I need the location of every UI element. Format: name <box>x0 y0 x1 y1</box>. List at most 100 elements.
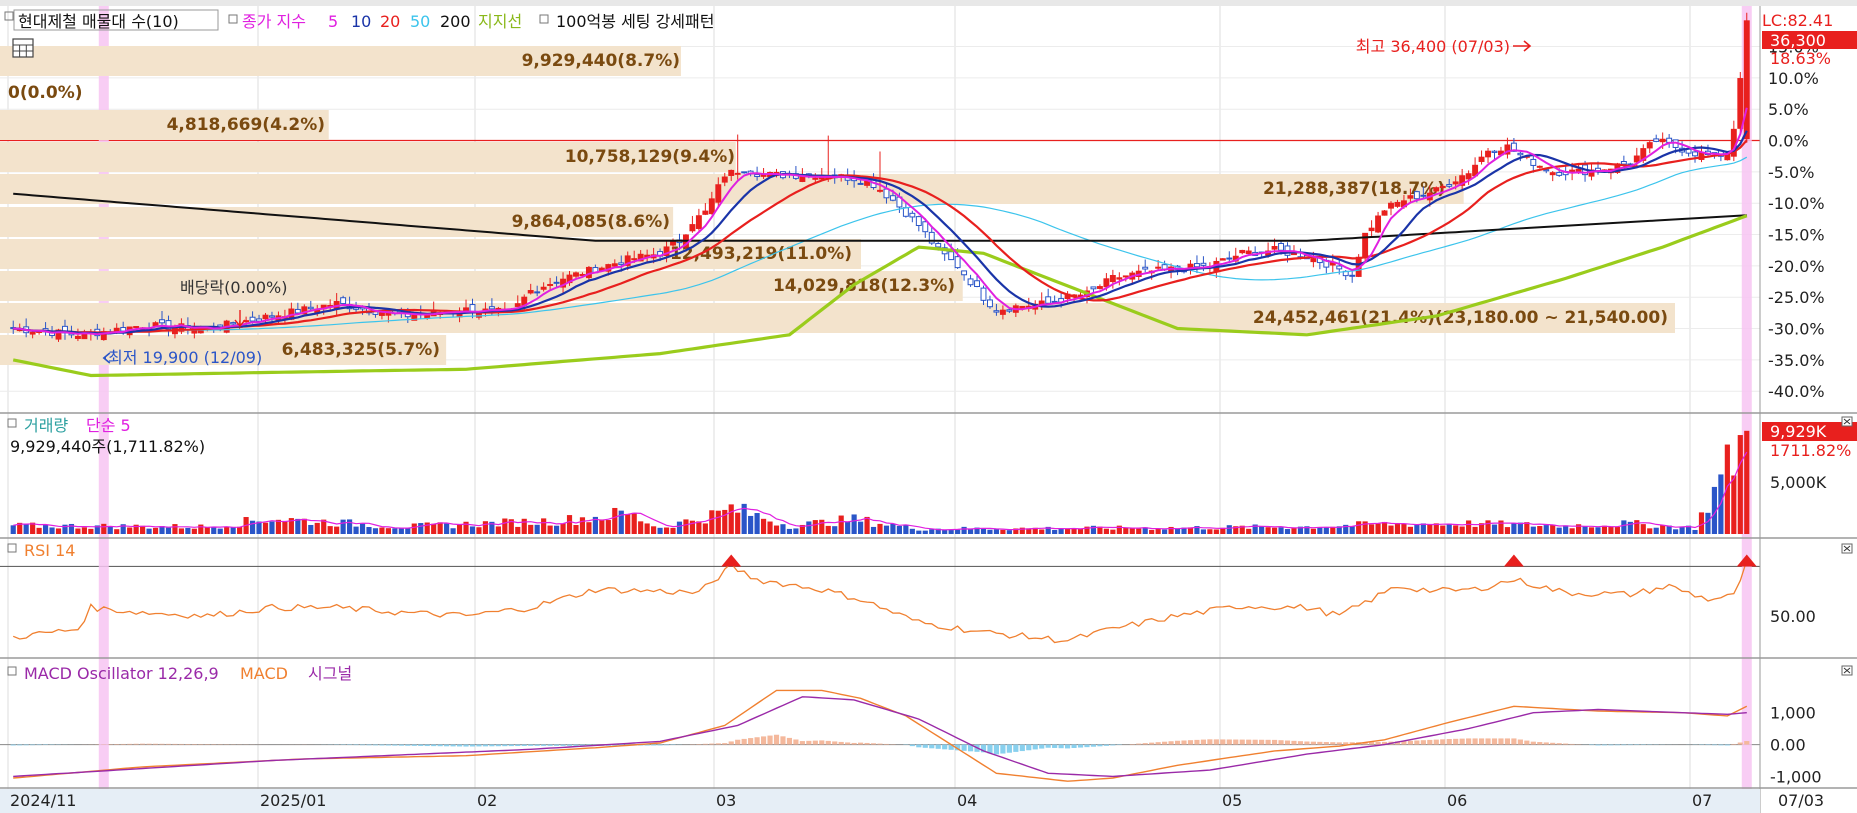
volume-bar <box>1291 528 1297 534</box>
volume-bar <box>735 512 741 534</box>
macd-oscillator-bar <box>702 743 708 745</box>
macd-oscillator-bar <box>1246 739 1252 745</box>
candle-body <box>1633 155 1640 163</box>
candle-body <box>463 307 469 312</box>
candle-body <box>294 308 301 314</box>
volume-bar <box>1394 522 1401 534</box>
macd-oscillator-bar <box>1731 743 1737 745</box>
macd-oscillator-bar <box>735 739 741 745</box>
candle-body <box>1439 185 1446 189</box>
volume-bar <box>172 524 178 534</box>
volume-title[interactable]: 거래량 <box>24 416 68 435</box>
macd-oscillator-bar <box>1524 740 1530 745</box>
candle-body <box>902 207 909 217</box>
macd-oscillator-bar <box>819 740 825 745</box>
macd-title[interactable]: MACD Oscillator 12,26,9 <box>24 664 219 683</box>
candle-body <box>553 281 560 284</box>
volume-close-icon[interactable] <box>1841 416 1853 427</box>
volume-bar <box>832 526 838 534</box>
rsi-title[interactable]: RSI 14 <box>24 541 75 560</box>
x-axis-label: 06 <box>1447 791 1467 810</box>
macd-oscillator-bar <box>1071 744 1077 748</box>
volume-bar <box>1375 523 1381 534</box>
macd-oscillator-bar <box>450 744 456 747</box>
candle-body <box>889 195 896 201</box>
macd-oscillator-bar <box>1110 744 1116 746</box>
volume-bar <box>819 519 825 534</box>
volume-bar <box>1278 527 1284 534</box>
volume-bar <box>42 524 49 534</box>
macd-oscillator-bar <box>1459 738 1465 745</box>
volume-bar <box>1427 524 1433 534</box>
macd-oscillator-bar <box>709 743 715 745</box>
macd-oscillator-bar <box>1601 744 1608 746</box>
macd-oscillator-bar <box>1608 744 1614 746</box>
macd-oscillator-bar <box>1440 739 1446 745</box>
macd-oscillator-bar <box>1718 744 1724 746</box>
candle-body <box>689 224 696 232</box>
volume-bar <box>586 522 592 534</box>
volume-bar <box>955 529 961 534</box>
stock-label[interactable]: 현대제철 매물대 수(10) <box>18 12 179 31</box>
support-label[interactable]: 지지선 <box>478 12 522 31</box>
ma-period-5: 5 <box>328 12 338 31</box>
volume-bar <box>431 523 437 534</box>
volume-bar <box>1149 529 1155 534</box>
volume-bar <box>450 528 456 534</box>
macd-oscillator-bar <box>178 743 184 745</box>
volume-bar <box>515 526 521 534</box>
candle-body <box>618 262 625 266</box>
candle-body <box>1109 274 1116 283</box>
volume-bar <box>851 514 857 534</box>
volume-bar <box>1530 526 1536 534</box>
volume-bar <box>1401 523 1407 534</box>
volume-bar <box>1692 529 1698 534</box>
macd-oscillator-bar <box>482 744 489 747</box>
volume-profile-label: 9,929,440(8.7%) <box>522 51 680 71</box>
volume-bar <box>411 523 417 534</box>
macd-close-icon[interactable] <box>1841 665 1853 676</box>
macd-oscillator-bar <box>1233 739 1239 745</box>
volume-bar <box>295 518 301 534</box>
macd-oscillator-bar <box>1705 744 1711 746</box>
macd-oscillator-bar <box>663 744 670 746</box>
macd-oscillator-bar <box>437 744 443 747</box>
candle-body <box>1381 210 1388 216</box>
macd-oscillator-bar <box>786 737 793 745</box>
volume-bar <box>1705 512 1711 534</box>
macd-oscillator-bar <box>1504 738 1511 745</box>
macd-oscillator-bar <box>799 741 805 745</box>
macd-oscillator-bar <box>942 744 948 750</box>
price-y-tick: -15.0% <box>1768 226 1825 245</box>
macd-oscillator-bar <box>1485 738 1491 745</box>
pattern-label[interactable]: 100억봉 세팅 강세패턴 <box>556 12 714 31</box>
macd-oscillator-bar <box>1453 738 1459 745</box>
macd-oscillator-bar <box>1627 744 1633 746</box>
candle-body <box>702 210 709 215</box>
volume-bar <box>1511 523 1517 534</box>
macd-oscillator-bar <box>456 744 463 747</box>
candle-body <box>1407 195 1414 199</box>
volume-bar <box>858 521 864 534</box>
volume-bar <box>1155 528 1161 534</box>
macd-oscillator-bar <box>1420 740 1426 745</box>
volume-bar <box>1246 528 1252 534</box>
rsi-close-icon[interactable] <box>1841 543 1853 554</box>
candle-body <box>857 182 864 185</box>
volume-bar <box>140 525 146 534</box>
volume-bar <box>676 521 683 534</box>
ma-label[interactable]: 종가 지수 <box>242 12 306 31</box>
macd-oscillator-bar <box>185 743 191 745</box>
candle-body <box>915 216 922 226</box>
volume-bar <box>444 523 450 534</box>
volume-bar <box>722 509 728 534</box>
macd-oscillator-bar <box>993 744 1000 755</box>
macd-oscillator-bar <box>793 739 799 745</box>
volume-bar <box>1653 527 1659 534</box>
macd-oscillator-bar <box>1530 741 1536 745</box>
macd-oscillator-bar <box>1343 742 1349 745</box>
macd-oscillator-bar <box>1265 739 1271 745</box>
stock-chart[interactable]: 9,929,440(8.7%) 0(0.0%) 4,818,669(4.2%) 10,… <box>0 0 1857 813</box>
calculator-icon[interactable] <box>12 38 34 58</box>
candle-body <box>754 174 761 178</box>
